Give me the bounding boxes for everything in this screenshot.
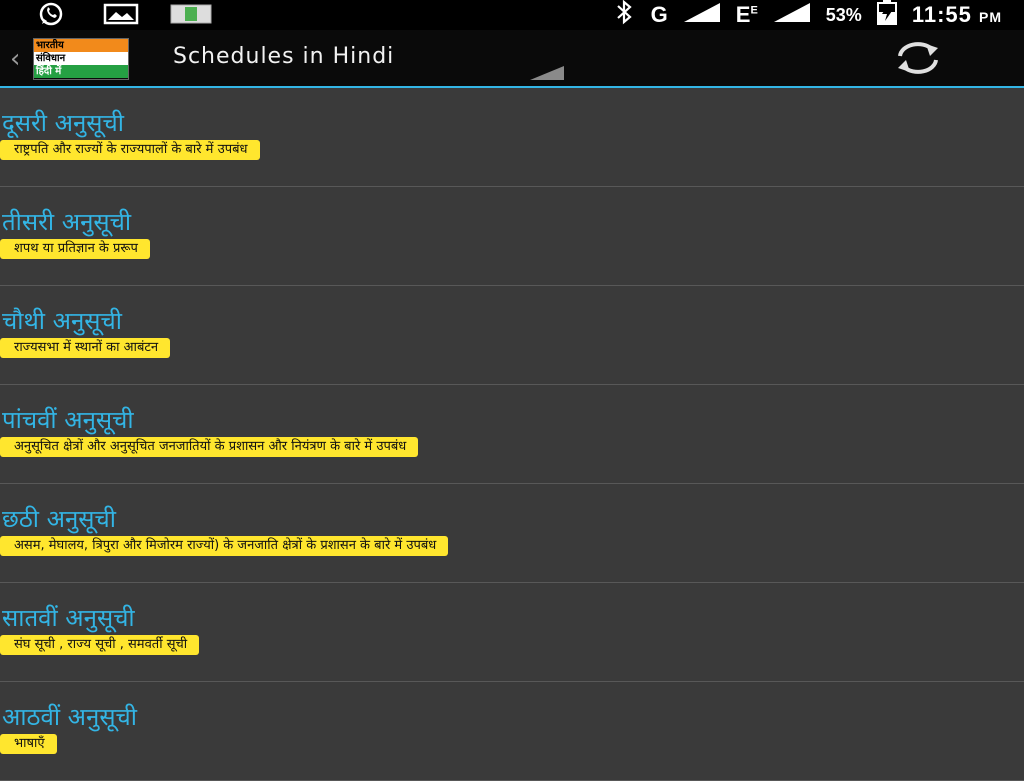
status-bar: G EE 53% 11:55 PM — [0, 0, 1024, 30]
schedule-description: असम, मेघालय, त्रिपुरा और मिजोरम राज्यों)… — [0, 536, 449, 556]
list-item[interactable]: दूसरी अनुसूची राष्ट्रपति और राज्यों के रा… — [0, 88, 1024, 187]
schedule-title: सातवीं अनुसूची — [2, 604, 135, 632]
schedule-title: चौथी अनुसूची — [2, 307, 122, 335]
list-item[interactable]: पांचवीं अनुसूची अनुसूचित क्षेत्रों और अनु… — [0, 385, 1024, 484]
clock-ampm: PM — [979, 9, 1002, 25]
spinner-indicator-icon[interactable] — [530, 66, 564, 80]
image-icon — [98, 2, 144, 26]
schedule-description: राष्ट्रपति और राज्यों के राज्यपालों के ब… — [0, 140, 260, 160]
back-chevron-icon[interactable]: ‹ — [10, 46, 30, 72]
action-bar: ‹ भारतीय संविधान हिंदी में Schedules in … — [0, 30, 1024, 88]
network-g-label: G — [650, 2, 668, 27]
schedule-title: आठवीं अनुसूची — [2, 703, 137, 731]
signal-icon-2 — [772, 1, 812, 29]
signal-icon — [682, 1, 722, 29]
schedule-title: छठी अनुसूची — [2, 505, 116, 533]
status-indicators: G EE 53% 11:55 PM — [611, 0, 1002, 30]
network-e-label: EE — [735, 2, 758, 27]
list-item[interactable]: सातवीं अनुसूची संघ सूची , राज्य सूची , सम… — [0, 583, 1024, 682]
battery-percent: 53% — [825, 4, 862, 25]
schedule-title: तीसरी अनुसूची — [2, 208, 132, 236]
list-item[interactable]: छठी अनुसूची असम, मेघालय, त्रिपुरा और मिजो… — [0, 484, 1024, 583]
bluetooth-icon — [611, 0, 637, 31]
schedule-description: अनुसूचित क्षेत्रों और अनुसूचित जनजातियों… — [0, 437, 419, 457]
refresh-button[interactable] — [886, 40, 950, 76]
app-notification-icon — [168, 2, 214, 26]
notification-icons — [28, 2, 214, 26]
schedule-list: दूसरी अनुसूची राष्ट्रपति और राज्यों के रा… — [0, 88, 1024, 781]
list-item[interactable]: चौथी अनुसूची राज्यसभा में स्थानों का आबंट… — [0, 286, 1024, 385]
logo-line-1: भारतीय — [34, 39, 128, 52]
app-logo[interactable]: भारतीय संविधान हिंदी में — [33, 38, 129, 80]
network-e-superscript: E — [750, 4, 758, 17]
list-item[interactable]: तीसरी अनुसूची शपथ या प्रतिज्ञान के प्ररूप — [0, 187, 1024, 286]
schedule-description: भाषाएँ — [0, 734, 57, 754]
refresh-icon — [898, 42, 938, 74]
schedule-title: पांचवीं अनुसूची — [2, 406, 134, 434]
schedule-description: संघ सूची , राज्य सूची , समवर्ती सूची — [0, 635, 200, 655]
whatsapp-icon — [28, 2, 74, 26]
schedule-title: दूसरी अनुसूची — [2, 109, 124, 137]
schedule-description: शपथ या प्रतिज्ञान के प्ररूप — [0, 239, 150, 259]
battery-charging-icon — [876, 0, 898, 31]
list-item[interactable]: आठवीं अनुसूची भाषाएँ — [0, 682, 1024, 781]
schedule-description: राज्यसभा में स्थानों का आबंटन — [0, 338, 171, 358]
logo-line-2: संविधान — [34, 52, 128, 65]
page-title[interactable]: Schedules in Hindi — [173, 44, 394, 69]
clock: 11:55 PM — [911, 2, 1002, 27]
logo-line-3: हिंदी में — [34, 65, 128, 78]
